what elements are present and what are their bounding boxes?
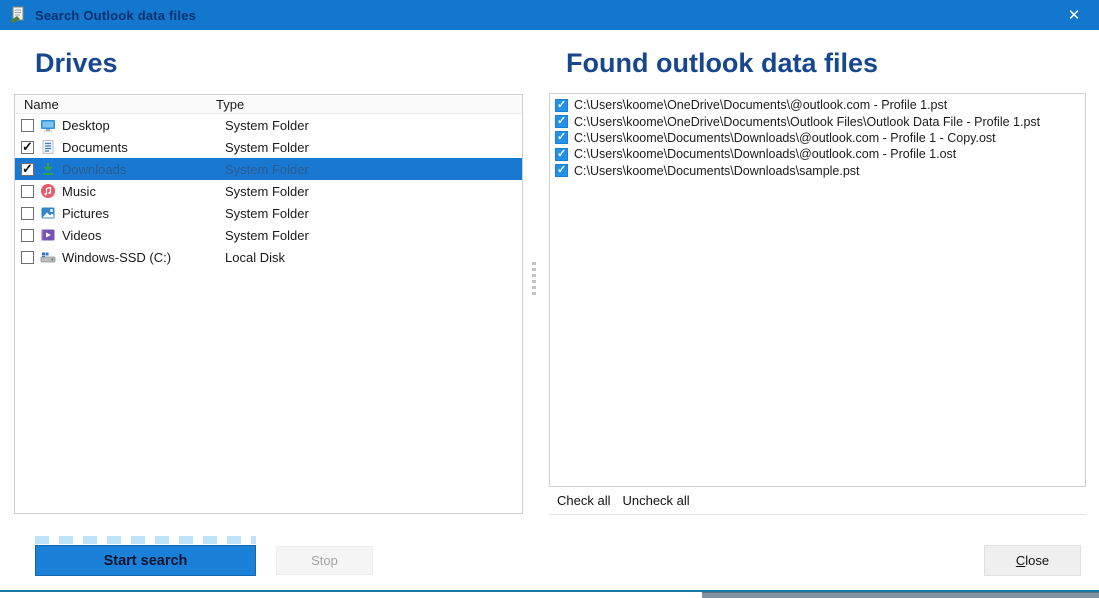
taskbar-fragment [702, 592, 1099, 598]
drive-row-pictures[interactable]: Pictures System Folder [15, 202, 522, 224]
drive-type: System Folder [225, 228, 309, 243]
drive-label: Music [62, 184, 96, 199]
file-checkbox[interactable] [555, 99, 568, 112]
panel-splitter-handle[interactable] [532, 262, 537, 295]
drive-label: Pictures [62, 206, 109, 221]
column-header-name[interactable]: Name [15, 97, 216, 112]
file-checkbox[interactable] [555, 131, 568, 144]
drive-type: System Folder [225, 140, 309, 155]
hard-drive-icon [40, 249, 56, 265]
drive-type: System Folder [225, 162, 309, 177]
drive-row-windows-ssd[interactable]: Windows-SSD (C:) Local Disk [15, 246, 522, 268]
drive-label: Windows-SSD (C:) [62, 250, 171, 265]
check-all-button[interactable]: Check all [557, 493, 610, 508]
file-path: C:\Users\koome\Documents\Downloads\@outl… [574, 131, 996, 145]
downloads-checkbox[interactable] [21, 163, 34, 176]
file-path: C:\Users\koome\Documents\Downloads\sampl… [574, 164, 860, 178]
drive-row-videos[interactable]: Videos System Folder [15, 224, 522, 246]
drives-table-header: Name Type [15, 95, 522, 114]
documents-icon [40, 139, 56, 155]
drive-row-downloads[interactable]: Downloads System Folder [15, 158, 522, 180]
downloads-icon [40, 161, 56, 177]
windows-ssd-checkbox[interactable] [21, 251, 34, 264]
file-checkbox[interactable] [555, 164, 568, 177]
drive-label: Desktop [62, 118, 110, 133]
drive-type: System Folder [225, 184, 309, 199]
close-button[interactable]: Close [984, 545, 1081, 576]
drive-type: Local Disk [225, 250, 285, 265]
drive-row-desktop[interactable]: Desktop System Folder [15, 114, 522, 136]
file-row[interactable]: C:\Users\koome\OneDrive\Documents\@outlo… [555, 97, 1080, 113]
videos-icon [40, 227, 56, 243]
close-button-mnemonic: C [1016, 553, 1025, 568]
file-row[interactable]: C:\Users\koome\OneDrive\Documents\Outloo… [555, 113, 1080, 129]
column-header-type[interactable]: Type [216, 97, 244, 112]
search-progress-marquee [35, 536, 256, 544]
file-row[interactable]: C:\Users\koome\Documents\Downloads\@outl… [555, 130, 1080, 146]
desktop-checkbox[interactable] [21, 119, 34, 132]
file-row[interactable]: C:\Users\koome\Documents\Downloads\sampl… [555, 163, 1080, 179]
music-icon [40, 183, 56, 199]
app-icon [8, 6, 28, 24]
file-checkbox[interactable] [555, 115, 568, 128]
drive-label: Documents [62, 140, 128, 155]
uncheck-all-button[interactable]: Uncheck all [622, 493, 689, 508]
found-files-list: C:\Users\koome\OneDrive\Documents\@outlo… [549, 93, 1086, 487]
desktop-icon [40, 117, 56, 133]
close-icon[interactable]: ✕ [1057, 0, 1091, 30]
drives-table: Name Type Desktop System Folder [14, 94, 523, 514]
drive-type: System Folder [225, 206, 309, 221]
titlebar: Search Outlook data files ✕ [0, 0, 1099, 30]
file-checkbox[interactable] [555, 148, 568, 161]
found-files-heading: Found outlook data files [566, 48, 878, 79]
drive-type: System Folder [225, 118, 309, 133]
close-button-label-rest: lose [1025, 553, 1049, 568]
documents-checkbox[interactable] [21, 141, 34, 154]
videos-checkbox[interactable] [21, 229, 34, 242]
drive-label: Downloads [62, 162, 126, 177]
pictures-checkbox[interactable] [21, 207, 34, 220]
found-files-panel: C:\Users\koome\OneDrive\Documents\@outlo… [549, 93, 1086, 515]
drive-row-music[interactable]: Music System Folder [15, 180, 522, 202]
stop-button[interactable]: Stop [276, 546, 373, 575]
file-path: C:\Users\koome\OneDrive\Documents\Outloo… [574, 115, 1040, 129]
file-path: C:\Users\koome\OneDrive\Documents\@outlo… [574, 98, 947, 112]
start-search-button[interactable]: Start search [35, 545, 256, 576]
pictures-icon [40, 205, 56, 221]
drive-row-documents[interactable]: Documents System Folder [15, 136, 522, 158]
drives-heading: Drives [35, 48, 118, 79]
file-row[interactable]: C:\Users\koome\Documents\Downloads\@outl… [555, 146, 1080, 162]
music-checkbox[interactable] [21, 185, 34, 198]
file-path: C:\Users\koome\Documents\Downloads\@outl… [574, 147, 956, 161]
window-title: Search Outlook data files [35, 8, 196, 23]
drive-label: Videos [62, 228, 102, 243]
